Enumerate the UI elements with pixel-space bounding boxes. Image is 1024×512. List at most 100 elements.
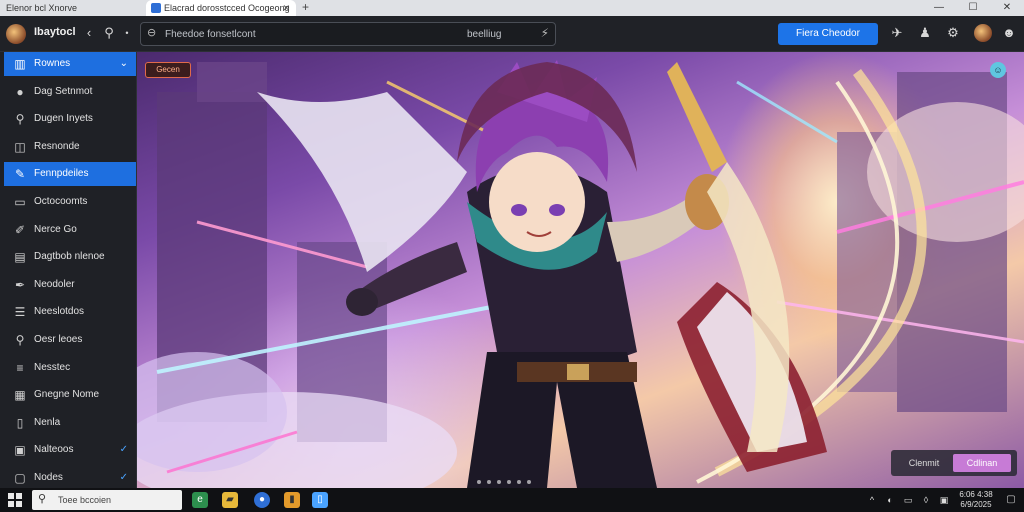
sidebar-item[interactable]: ▢ Nodes ✓ bbox=[4, 466, 136, 490]
sidebar-item[interactable]: ⚲ Oesr leoes bbox=[4, 328, 136, 352]
disc-icon: ● bbox=[16, 84, 24, 99]
brand-name: Ibaytocl bbox=[34, 26, 76, 38]
clock-time: 6:06 4:38 bbox=[959, 490, 993, 499]
live-badge-label: Gecen bbox=[156, 65, 180, 74]
search-icon: ⚲ bbox=[15, 112, 25, 127]
maximize-icon[interactable]: ☐ bbox=[956, 0, 990, 16]
search-toolbar-icon[interactable]: ⚲ bbox=[100, 24, 118, 42]
volume-icon[interactable]: ◊ bbox=[920, 494, 932, 506]
sidebar-item[interactable]: ▯ Nenla bbox=[4, 411, 136, 435]
site-favicon-icon bbox=[151, 3, 161, 13]
network-icon[interactable]: ◐ bbox=[884, 494, 896, 506]
minimize-icon[interactable]: — bbox=[922, 0, 956, 16]
clock[interactable]: 6:06 4:38 6/9/2025 bbox=[956, 490, 996, 510]
voice-icon[interactable]: ⚡ bbox=[541, 26, 549, 40]
taskbar: ⚲ Toee bccoien e ▰ ● ▮ ▯ ^ ◐ ▭ ◊ ▣ 6:06 … bbox=[0, 488, 1024, 512]
info-corner-icon[interactable]: ☺ bbox=[990, 62, 1006, 78]
sidebar-item[interactable]: ✐ Nerce Go bbox=[4, 218, 136, 242]
sidebar-item[interactable]: ▤ Dagtbob nlenoe bbox=[4, 245, 136, 269]
confirm-button[interactable]: Cdlinan bbox=[953, 454, 1011, 472]
sidebar-item-label: Oesr leoes bbox=[34, 334, 83, 345]
sidebar-item-label: Nesstec bbox=[34, 361, 71, 373]
sidebar-item[interactable]: ▥ Rownes ⌄ bbox=[4, 52, 136, 76]
magnifier-icon: ⚲ bbox=[15, 333, 25, 347]
brush-icon: ✎ bbox=[14, 167, 26, 182]
chevron-down-icon[interactable]: ⌄ bbox=[120, 52, 128, 76]
sidebar-item[interactable]: ✎ Fennpdeiles bbox=[4, 162, 136, 187]
chevron-up-icon[interactable]: ^ bbox=[866, 494, 878, 506]
list-icon: ☰ bbox=[14, 305, 26, 320]
carousel-dot[interactable] bbox=[507, 480, 511, 484]
tab-close-icon[interactable]: ✕ bbox=[282, 0, 290, 16]
notification-icon[interactable]: ▢ bbox=[1004, 493, 1018, 507]
user-avatar[interactable] bbox=[974, 24, 992, 42]
brand-avatar[interactable] bbox=[6, 24, 26, 44]
sidebar-item-label: Dugen Inyets bbox=[34, 113, 93, 125]
check-icon[interactable]: ✓ bbox=[120, 466, 128, 490]
app-icon-blue[interactable]: ● bbox=[254, 492, 270, 508]
main-artwork: Gecen ☺ Clenmit Cdlinan bbox=[137, 52, 1024, 488]
start-icon[interactable] bbox=[8, 493, 22, 507]
sidebar-item-label: Dagtbob nlenoe bbox=[34, 251, 105, 263]
pin-icon[interactable]: ✈ bbox=[888, 24, 906, 42]
taskbar-search[interactable]: ⚲ Toee bccoien bbox=[32, 490, 182, 510]
carousel-dots bbox=[477, 480, 577, 484]
monitor-icon: ▭ bbox=[14, 195, 26, 209]
secondary-button-label: Clenmit bbox=[908, 458, 940, 468]
app-window: Elenor bcl Xnorve Elacrad dorosstcced Oc… bbox=[0, 0, 1024, 488]
sidebar-item-label: Gnegne Nome bbox=[34, 389, 100, 401]
secondary-button[interactable]: Clenmit bbox=[897, 454, 951, 472]
back-arrow-icon[interactable]: ‹ bbox=[80, 24, 98, 42]
carousel-dot[interactable] bbox=[477, 480, 481, 484]
carousel-dot[interactable] bbox=[497, 480, 501, 484]
sidebar-item-label: Neodoler bbox=[34, 278, 75, 290]
search-input[interactable]: Fheedoe fonsetlcont bbox=[165, 29, 256, 40]
artwork-illustration bbox=[137, 60, 1024, 488]
menu-icon: ≡ bbox=[16, 360, 24, 375]
app-icon-orange[interactable]: ▮ bbox=[284, 492, 300, 508]
carousel-dot[interactable] bbox=[487, 480, 491, 484]
language-icon[interactable]: ▣ bbox=[938, 494, 950, 506]
check-icon[interactable]: ✓ bbox=[120, 438, 128, 462]
sidebar-item-label: Rownes bbox=[34, 58, 71, 69]
sidebar-item-label: Nerce Go bbox=[34, 223, 77, 235]
people-icon[interactable]: ♟ bbox=[916, 24, 934, 42]
layers-icon: ◫ bbox=[14, 139, 26, 154]
folder-app-icon[interactable]: ▰ bbox=[222, 492, 238, 508]
tab-active[interactable]: Elacrad dorosstcced Ocogeong ✕ bbox=[146, 0, 296, 16]
sidebar-item[interactable]: ◫ Resnonde bbox=[4, 135, 136, 159]
tab-active-label: Elacrad dorosstcced Ocogeong bbox=[164, 3, 290, 13]
search-suffix-label: beelliug bbox=[467, 29, 502, 40]
browser-app-icon[interactable]: e bbox=[192, 492, 208, 508]
sidebar-item[interactable]: ≡ Nesstec bbox=[4, 356, 136, 380]
sidebar-item-label: Octocoomts bbox=[34, 196, 88, 207]
sidebar-item-label: Fennpdeiles bbox=[34, 168, 89, 180]
sidebar-item-label: Dag Setnmot bbox=[34, 85, 93, 97]
sidebar-item[interactable]: ⚲ Dugen Inyets bbox=[4, 107, 136, 131]
folder-icon: ▣ bbox=[14, 443, 26, 458]
profile-icon[interactable]: ☻ bbox=[1000, 24, 1018, 42]
sidebar-item-label: Nenla bbox=[34, 416, 61, 428]
settings-icon[interactable]: ⚙ bbox=[944, 24, 962, 42]
dot-separator-icon: • bbox=[125, 28, 129, 38]
sidebar-item[interactable]: ☰ Neeslotdos bbox=[4, 300, 136, 324]
sidebar-item[interactable]: ▭ Octocoomts bbox=[4, 190, 136, 214]
battery-icon[interactable]: ▭ bbox=[902, 494, 914, 506]
live-badge: Gecen bbox=[145, 62, 191, 78]
search-bar[interactable]: ⊖ Fheedoe fonsetlcont beelliug ⚡ bbox=[140, 22, 556, 46]
search-field-icon: ⊖ bbox=[147, 27, 157, 39]
app-icon-light[interactable]: ▯ bbox=[312, 492, 328, 508]
tab-inactive[interactable]: Elenor bcl Xnorve bbox=[0, 0, 140, 16]
carousel-dot[interactable] bbox=[517, 480, 521, 484]
sidebar-item-label: Resnonde bbox=[34, 140, 80, 152]
sidebar-item[interactable]: ▣ Nalteoos ✓ bbox=[4, 438, 136, 462]
carousel-dot[interactable] bbox=[527, 480, 531, 484]
primary-action-button[interactable]: Fiera Cheodor bbox=[778, 23, 878, 45]
new-tab-icon[interactable]: + bbox=[302, 0, 309, 15]
sidebar-item[interactable]: ✒ Neodoler bbox=[4, 273, 136, 297]
taskbar-search-input[interactable]: Toee bccoien bbox=[58, 495, 111, 505]
sidebar-item-label: Neeslotdos bbox=[34, 306, 85, 318]
sidebar-item[interactable]: ▦ Gnegne Nome bbox=[4, 383, 136, 407]
sidebar-item[interactable]: ● Dag Setnmot bbox=[4, 80, 136, 104]
close-window-icon[interactable]: ✕ bbox=[990, 0, 1024, 16]
